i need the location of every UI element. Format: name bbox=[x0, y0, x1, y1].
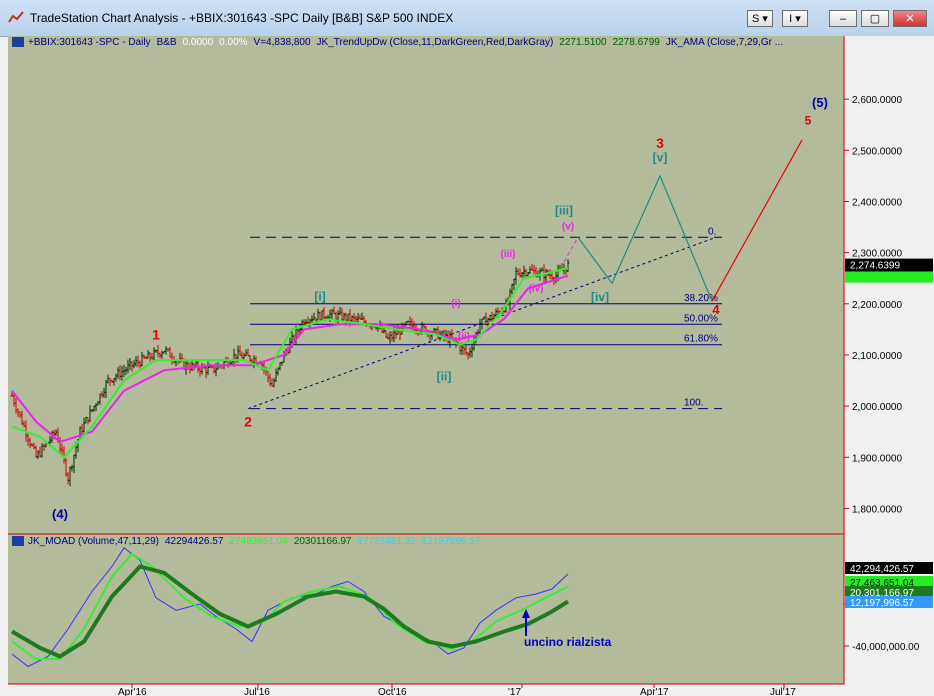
moad-indicator-label: JK_MOAD (Volume,47,11,29) bbox=[28, 536, 159, 547]
oscillator-legend: JK_MOAD (Volume,47,11,29) 42294426.57 2746… bbox=[12, 536, 486, 547]
s-menu-button[interactable]: S ▾ bbox=[747, 10, 773, 27]
fib-level-label: 61.80% bbox=[684, 334, 718, 345]
wave-label: (i) bbox=[451, 298, 460, 309]
maximize-button[interactable]: ▢ bbox=[861, 10, 889, 27]
wave-label: 2 bbox=[244, 414, 252, 430]
pct-value: 0.00% bbox=[219, 37, 248, 48]
wave-label: [iii] bbox=[555, 203, 573, 217]
green-value-box bbox=[845, 271, 933, 283]
annotation-label: uncino rialzista bbox=[524, 635, 612, 649]
close-button[interactable]: ✕ bbox=[893, 10, 927, 27]
time-tick-label: Jul'16 bbox=[244, 687, 270, 696]
moad-value-4: 17727481.32 bbox=[357, 536, 416, 547]
osc-tick-label: -40,000,000.00 bbox=[852, 642, 920, 653]
wave-label: (v) bbox=[562, 222, 574, 233]
minimize-button[interactable]: – bbox=[829, 10, 857, 27]
bb-label: B&B bbox=[156, 37, 177, 48]
wave-label: [iv] bbox=[591, 290, 609, 304]
window-title-bar: TradeStation Chart Analysis - +BBIX:3016… bbox=[0, 0, 934, 37]
wave-label: (4) bbox=[52, 507, 68, 522]
time-tick-label: Oct'16 bbox=[378, 687, 407, 696]
projection-teal bbox=[577, 174, 713, 302]
wave-label: [v] bbox=[653, 151, 668, 165]
wave-label: (ii) bbox=[458, 332, 470, 343]
osc-value-label: 12,197,996.57 bbox=[850, 598, 914, 609]
wave-label: (5) bbox=[812, 95, 828, 110]
chart-canvas[interactable]: 2,600.0000 2,500.0000 2,400.0000 2,300.0000… bbox=[8, 36, 934, 696]
time-tick-label: Apr'16 bbox=[118, 687, 147, 696]
price-tick-label: 1,900.0000 bbox=[852, 453, 902, 464]
fib-level-label: 0. bbox=[708, 226, 716, 237]
price-tick-label: 2,000.0000 bbox=[852, 402, 902, 413]
price-tick-label: 2,400.0000 bbox=[852, 197, 902, 208]
fib-level-label: 100. bbox=[684, 398, 703, 409]
i-menu-button[interactable]: I ▾ bbox=[782, 10, 808, 27]
last-price-label: 2,274.6399 bbox=[850, 261, 900, 272]
price-tick-label: 2,300.0000 bbox=[852, 249, 902, 260]
change-value: 0.0000 bbox=[182, 37, 214, 48]
wave-label: 4 bbox=[712, 302, 720, 317]
tradestation-app-icon bbox=[8, 11, 24, 23]
chart-window: 2,600.0000 2,500.0000 2,400.0000 2,300.0000… bbox=[8, 36, 934, 696]
price-tick-label: 2,500.0000 bbox=[852, 146, 902, 157]
wave-label: 1 bbox=[152, 327, 160, 343]
oscillator-icon bbox=[12, 536, 24, 547]
chart-symbol-icon bbox=[12, 37, 24, 48]
projection-red bbox=[711, 139, 803, 302]
price-tick-label: 2,200.0000 bbox=[852, 300, 902, 311]
wave-label: 5 bbox=[805, 114, 812, 128]
time-tick-label: Jul'17 bbox=[770, 687, 796, 696]
wave-label: [ii] bbox=[437, 370, 452, 384]
time-tick-label: Apr'17 bbox=[640, 687, 669, 696]
ama-indicator-label: JK_AMA (Close,7,29,Gr ... bbox=[665, 37, 784, 48]
wave-label: (iii) bbox=[501, 249, 516, 260]
moad-value-3: 20301166.97 bbox=[293, 536, 352, 547]
symbol-label: +BBIX:301643 -SPC - Daily bbox=[28, 37, 151, 48]
trendupdw-value-1: 2271.5100 bbox=[559, 37, 607, 48]
osc-dark-line bbox=[10, 564, 570, 659]
trendupdw-value-2: 2278.6799 bbox=[612, 37, 660, 48]
volume-value: V=4,838,800 bbox=[253, 37, 311, 48]
osc-value-label: 42,294,426.57 bbox=[850, 564, 914, 575]
moad-value-2: 27463651.04 bbox=[229, 536, 288, 547]
window-title: TradeStation Chart Analysis - +BBIX:3016… bbox=[30, 11, 454, 25]
price-tick-label: 1,800.0000 bbox=[852, 504, 902, 515]
wave-label: [i] bbox=[314, 290, 325, 304]
ama-magenta-line bbox=[11, 274, 569, 444]
moad-value-5: 12197996.57 bbox=[421, 536, 481, 547]
wave-label: 3 bbox=[656, 135, 664, 151]
time-tick-label: '17 bbox=[508, 687, 521, 696]
price-tick-label: 2,100.0000 bbox=[852, 351, 902, 362]
price-tick-label: 2,600.0000 bbox=[852, 95, 902, 106]
wave-label: (iv) bbox=[529, 284, 544, 295]
projection-magenta bbox=[563, 237, 579, 263]
trendupdw-indicator-label: JK_TrendUpDw (Close,11,DarkGreen,Red,Dar… bbox=[316, 37, 554, 48]
moad-value-1: 42294426.57 bbox=[165, 536, 224, 547]
price-legend: +BBIX:301643 -SPC - Daily B&B 0.0000 0.00% V… bbox=[12, 37, 789, 48]
